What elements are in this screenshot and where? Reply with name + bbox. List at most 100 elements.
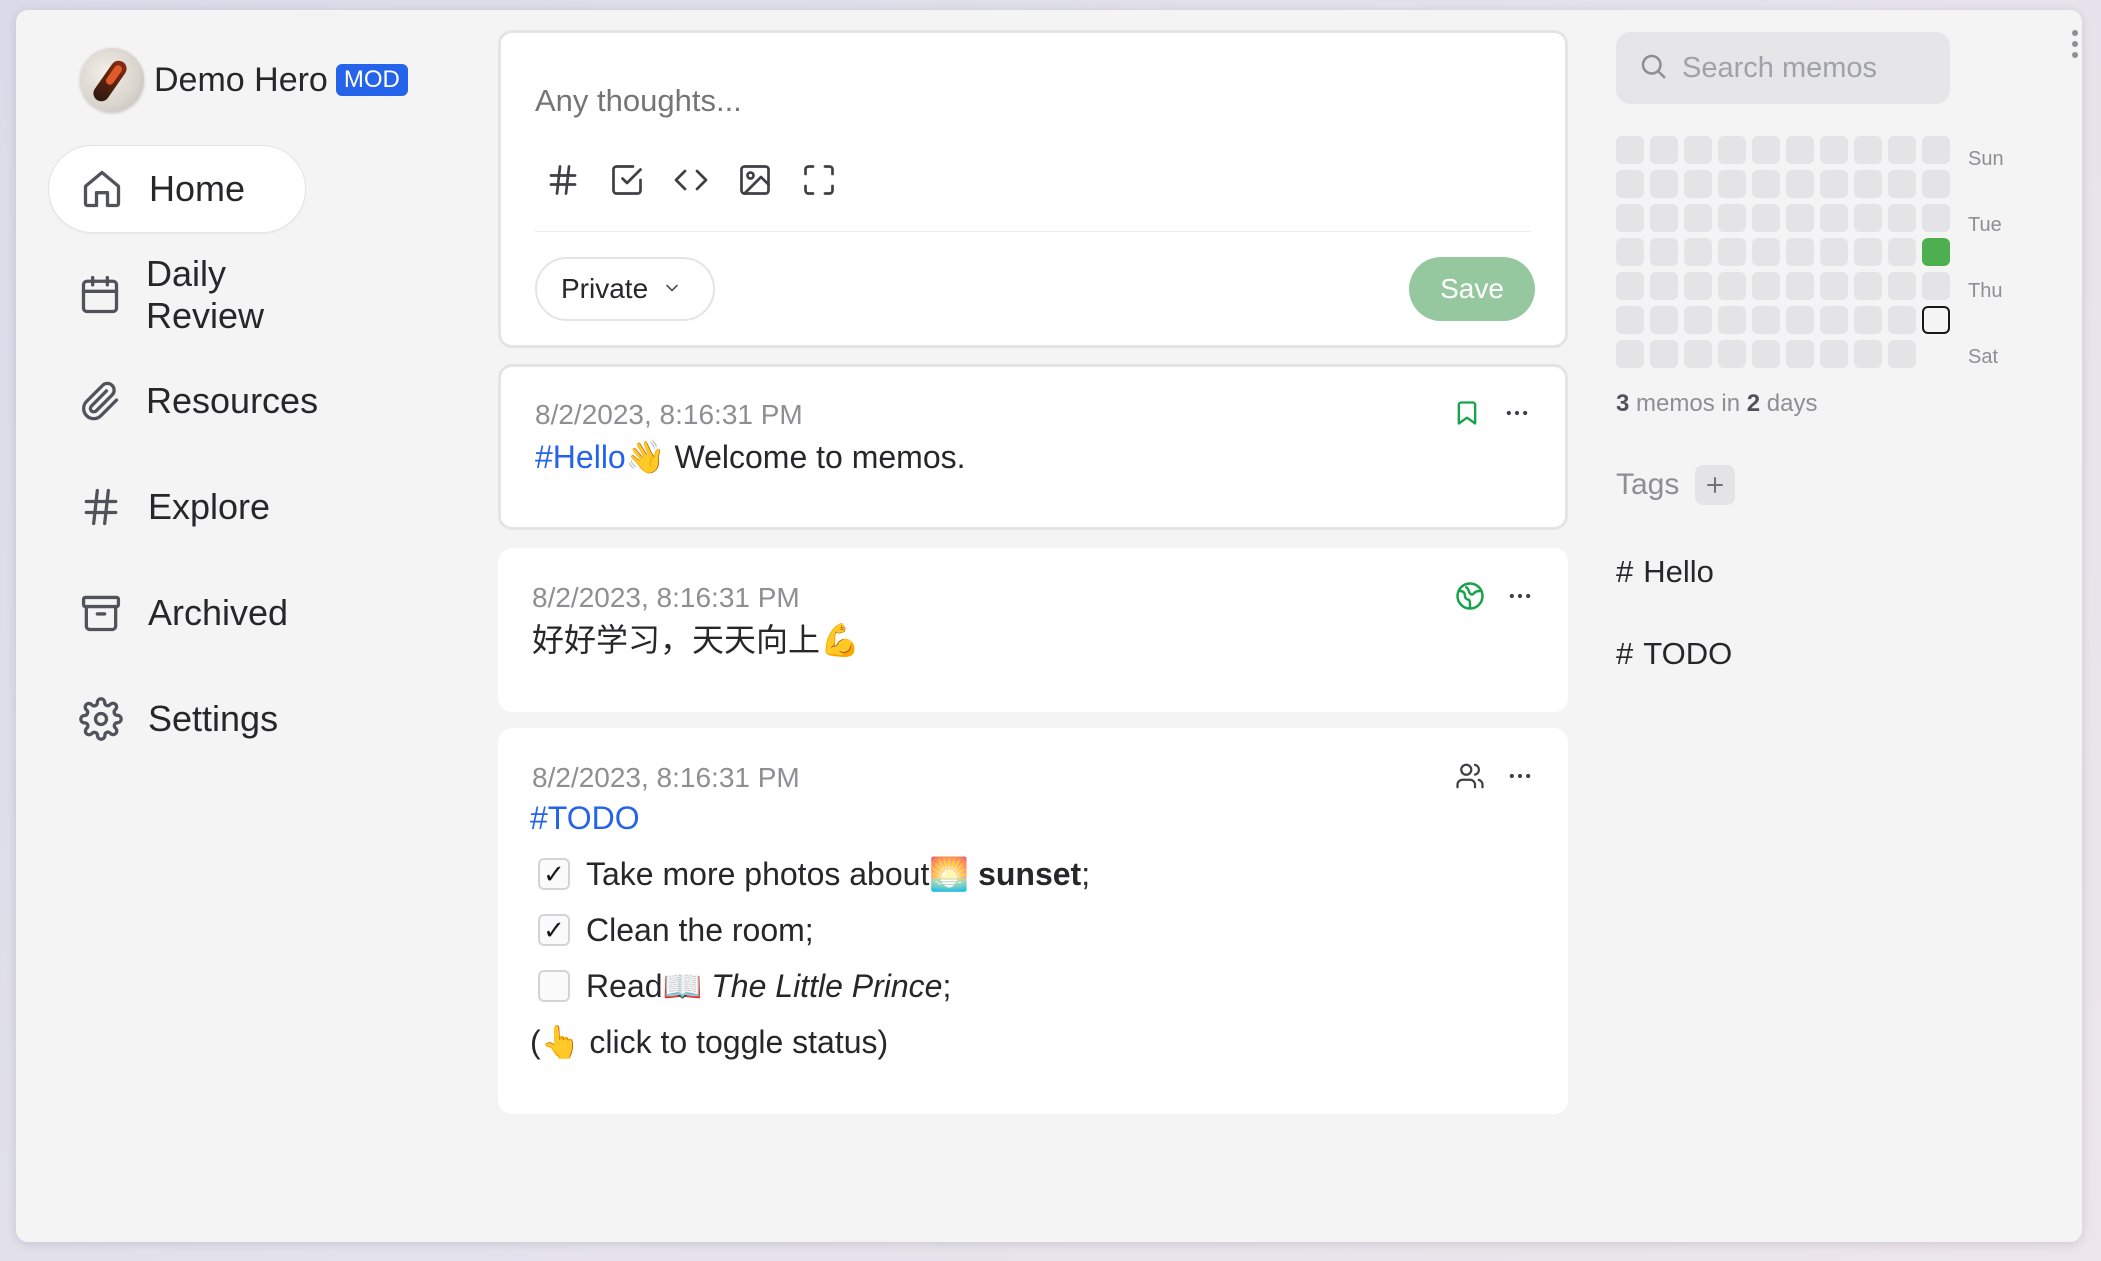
heatmap-cell[interactable] xyxy=(1820,272,1848,300)
heatmap-cell[interactable] xyxy=(1820,238,1848,266)
heatmap-cell[interactable] xyxy=(1922,170,1950,198)
sidebar-item-explore[interactable]: Explore xyxy=(48,463,308,551)
heatmap-cell[interactable] xyxy=(1888,272,1916,300)
heatmap-cell[interactable] xyxy=(1752,340,1780,368)
search-input[interactable] xyxy=(1682,51,1942,85)
heatmap-cell[interactable] xyxy=(1684,272,1712,300)
heatmap-cell[interactable] xyxy=(1888,340,1916,368)
globe-icon[interactable] xyxy=(1454,580,1486,612)
sidebar-item-daily-review[interactable]: Daily Review xyxy=(48,251,308,339)
sidebar-item-settings[interactable]: Settings xyxy=(48,675,308,763)
heatmap-cell[interactable] xyxy=(1888,136,1916,164)
heatmap-cell[interactable] xyxy=(1616,306,1644,334)
more-options-icon[interactable] xyxy=(1501,397,1533,429)
more-options-icon[interactable] xyxy=(1504,580,1536,612)
heatmap-cell[interactable] xyxy=(1820,340,1848,368)
heatmap-cell[interactable] xyxy=(1854,136,1882,164)
heatmap-cell[interactable] xyxy=(1820,136,1848,164)
heatmap-cell[interactable] xyxy=(1650,204,1678,232)
heatmap-cell[interactable] xyxy=(1922,204,1950,232)
heatmap-cell[interactable] xyxy=(1786,238,1814,266)
heatmap-cell[interactable] xyxy=(1854,306,1882,334)
heatmap-cell[interactable] xyxy=(1786,170,1814,198)
heatmap-cell[interactable] xyxy=(1752,204,1780,232)
tag-item-todo[interactable]: # TODO xyxy=(1616,636,1732,672)
heatmap-cell[interactable] xyxy=(1888,204,1916,232)
heatmap-cell[interactable] xyxy=(1616,204,1644,232)
heatmap-cell[interactable] xyxy=(1684,306,1712,334)
heatmap-cell[interactable] xyxy=(1718,204,1746,232)
save-button[interactable]: Save xyxy=(1409,257,1535,321)
sidebar-item-archived[interactable]: Archived xyxy=(48,569,308,657)
heatmap-cell[interactable] xyxy=(1616,340,1644,368)
checkbox-icon[interactable] xyxy=(605,158,649,202)
heatmap-cell[interactable] xyxy=(1854,238,1882,266)
search-box[interactable] xyxy=(1616,32,1950,104)
sidebar-item-home[interactable]: Home xyxy=(48,145,306,233)
heatmap-cell[interactable] xyxy=(1786,272,1814,300)
heatmap-cell[interactable] xyxy=(1922,272,1950,300)
heatmap-cell[interactable] xyxy=(1616,136,1644,164)
heatmap-cell[interactable] xyxy=(1786,306,1814,334)
heatmap-cell[interactable] xyxy=(1616,272,1644,300)
user-brand[interactable]: Demo Hero MOD xyxy=(80,48,408,112)
heatmap-cell[interactable] xyxy=(1684,238,1712,266)
heatmap-cell[interactable] xyxy=(1650,170,1678,198)
heatmap-cell[interactable] xyxy=(1718,340,1746,368)
heatmap-cell[interactable] xyxy=(1820,306,1848,334)
tag-hash-icon[interactable] xyxy=(541,158,585,202)
users-icon[interactable] xyxy=(1454,760,1486,792)
heatmap-cell[interactable] xyxy=(1650,136,1678,164)
todo-checkbox[interactable]: ✓ xyxy=(538,914,570,946)
heatmap-cell[interactable] xyxy=(1922,238,1950,266)
heatmap-cell[interactable] xyxy=(1684,340,1712,368)
heatmap-cell[interactable] xyxy=(1650,272,1678,300)
heatmap-cell[interactable] xyxy=(1922,306,1950,334)
sidebar-item-resources[interactable]: Resources xyxy=(48,357,318,445)
bookmark-icon[interactable] xyxy=(1451,397,1483,429)
heatmap-cell[interactable] xyxy=(1786,204,1814,232)
memo-input[interactable] xyxy=(535,83,1535,119)
heatmap-cell[interactable] xyxy=(1752,170,1780,198)
memo-tag[interactable]: #Hello xyxy=(535,439,626,475)
heatmap-cell[interactable] xyxy=(1718,306,1746,334)
heatmap-cell[interactable] xyxy=(1616,238,1644,266)
heatmap-cell[interactable] xyxy=(1854,170,1882,198)
heatmap-cell[interactable] xyxy=(1718,272,1746,300)
heatmap-cell[interactable] xyxy=(1820,204,1848,232)
heatmap-cell[interactable] xyxy=(1650,340,1678,368)
image-icon[interactable] xyxy=(733,158,777,202)
heatmap-cell[interactable] xyxy=(1888,238,1916,266)
add-tag-button[interactable] xyxy=(1695,465,1736,505)
visibility-select[interactable]: Private xyxy=(535,257,715,321)
heatmap-cell[interactable] xyxy=(1718,136,1746,164)
heatmap-cell[interactable] xyxy=(1854,340,1882,368)
heatmap-cell[interactable] xyxy=(1752,136,1780,164)
heatmap-cell[interactable] xyxy=(1752,306,1780,334)
heatmap-cell[interactable] xyxy=(1650,306,1678,334)
heatmap-cell[interactable] xyxy=(1752,272,1780,300)
more-options-icon[interactable] xyxy=(1504,760,1536,792)
heatmap-cell[interactable] xyxy=(1684,204,1712,232)
code-icon[interactable] xyxy=(669,158,713,202)
heatmap-cell[interactable] xyxy=(1718,238,1746,266)
heatmap-cell[interactable] xyxy=(1922,136,1950,164)
heatmap-cell[interactable] xyxy=(1888,306,1916,334)
heatmap-cell[interactable] xyxy=(1616,170,1644,198)
heatmap-cell[interactable] xyxy=(1854,204,1882,232)
heatmap-cell[interactable] xyxy=(1650,238,1678,266)
tag-item-hello[interactable]: # Hello xyxy=(1616,554,1714,590)
heatmap-cell[interactable] xyxy=(1684,136,1712,164)
heatmap-cell[interactable] xyxy=(1786,340,1814,368)
heatmap-cell[interactable] xyxy=(1820,170,1848,198)
todo-checkbox[interactable]: ✓ xyxy=(538,858,570,890)
heatmap-cell[interactable] xyxy=(1684,170,1712,198)
memo-tag[interactable]: #TODO xyxy=(530,800,640,836)
window-grip-handle[interactable] xyxy=(2072,30,2080,63)
heatmap-cell[interactable] xyxy=(1888,170,1916,198)
heatmap-cell[interactable] xyxy=(1718,170,1746,198)
todo-checkbox[interactable] xyxy=(538,970,570,1002)
fullscreen-icon[interactable] xyxy=(797,158,841,202)
heatmap-cell[interactable] xyxy=(1752,238,1780,266)
heatmap-cell[interactable] xyxy=(1854,272,1882,300)
